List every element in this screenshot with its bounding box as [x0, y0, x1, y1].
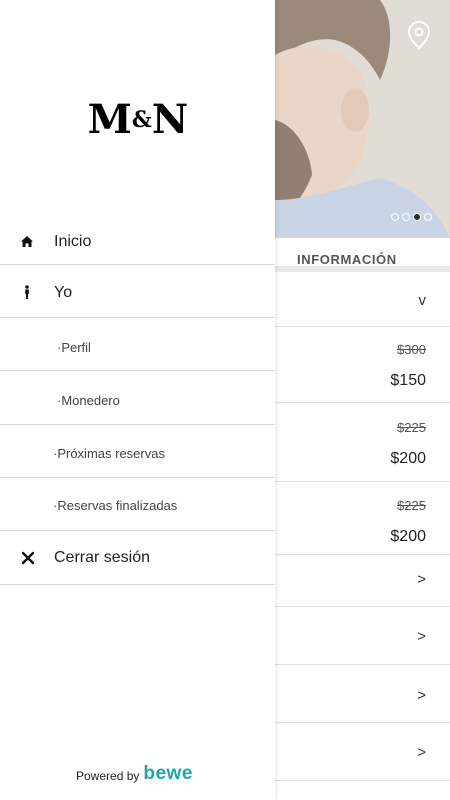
- submenu-item-monedero[interactable]: ·Monedero: [0, 371, 275, 425]
- carousel-indicator: [391, 213, 432, 221]
- menu-item-inicio[interactable]: Inicio: [0, 220, 275, 265]
- submenu-item-label: ·Reservas finalizadas: [53, 498, 178, 513]
- submenu-item-reservas-finalizadas[interactable]: ·Reservas finalizadas: [0, 478, 275, 531]
- bewe-logo[interactable]: bewe: [143, 764, 193, 783]
- carousel-dot-active[interactable]: [413, 213, 421, 221]
- original-price: $300: [397, 342, 426, 357]
- submenu-item-label: ·Próximas reservas: [53, 446, 165, 461]
- logo-letter: M: [87, 96, 132, 143]
- submenu-item-label: ·Monedero: [57, 393, 120, 408]
- discount-price: $150: [390, 372, 426, 389]
- logo-letter: N: [151, 96, 189, 143]
- powered-by-label: Powered by: [76, 769, 140, 783]
- original-price: $225: [397, 420, 426, 435]
- submenu-item-label: ·Perfil: [57, 340, 91, 355]
- navigation-drawer: M&N Inicio Yo ·Perfil ·Monedero ·Próxima…: [0, 0, 275, 800]
- logo-ampersand: &: [131, 107, 152, 133]
- submenu-item-perfil[interactable]: ·Perfil: [0, 318, 275, 371]
- menu-item-label: Yo: [54, 284, 73, 301]
- powered-by: Powered by bewe: [76, 764, 193, 783]
- original-price: $225: [397, 498, 426, 513]
- person-icon: [25, 285, 29, 299]
- chevron-right-icon: >: [417, 571, 426, 588]
- carousel-dot[interactable]: [391, 213, 399, 221]
- brand-logo: M&N: [0, 96, 275, 143]
- menu-item-label: Cerrar sesión: [54, 549, 151, 566]
- menu-item-yo[interactable]: Yo: [0, 265, 275, 318]
- close-icon: [21, 551, 35, 565]
- chevron-right-icon: >: [417, 744, 426, 761]
- carousel-dot[interactable]: [424, 213, 432, 221]
- menu-item-label: Inicio: [54, 233, 92, 250]
- discount-price: $200: [390, 528, 426, 545]
- chevron-down-icon: v: [418, 292, 427, 309]
- chevron-right-icon: >: [417, 687, 426, 704]
- tab-informacion-label: INFORMACIÓN: [297, 252, 397, 267]
- carousel-dot[interactable]: [402, 213, 410, 221]
- home-icon: [21, 236, 33, 247]
- chevron-right-icon: >: [417, 628, 426, 645]
- submenu-item-proximas-reservas[interactable]: ·Próximas reservas: [0, 425, 275, 478]
- location-pin-icon[interactable]: [406, 20, 432, 50]
- discount-price: $200: [390, 450, 426, 467]
- menu-item-cerrar-sesion[interactable]: Cerrar sesión: [0, 531, 275, 585]
